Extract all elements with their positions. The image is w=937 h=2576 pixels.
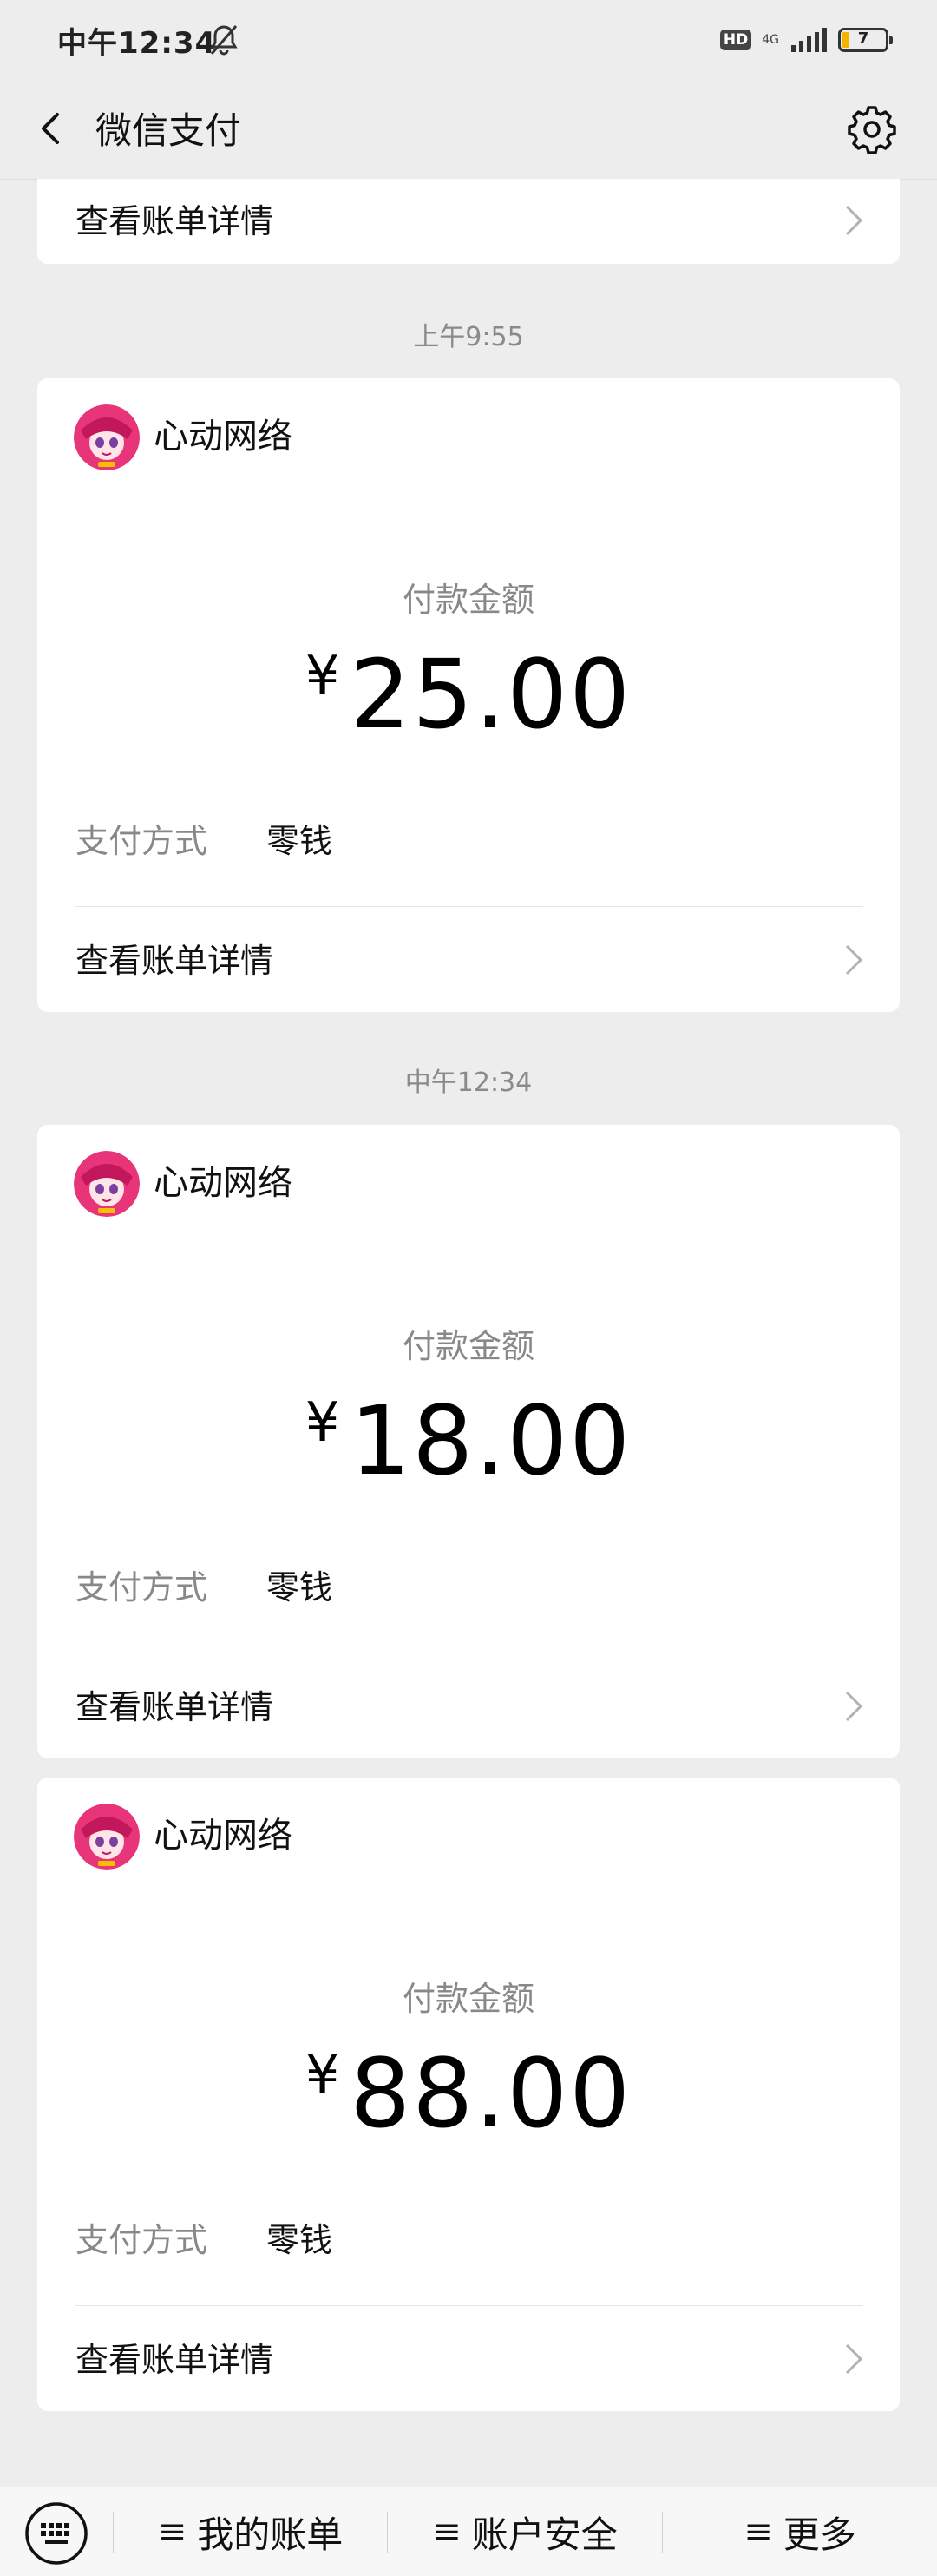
merchant-avatar[interactable] <box>74 1151 140 1217</box>
message-timestamp: 中午12:34 <box>404 1068 533 1098</box>
nav-bar: 微信支付 <box>0 83 937 180</box>
amount-label: 付款金额 <box>402 1327 534 1365</box>
bottom-menu-bar: ≡ 我的账单 ≡ 账户安全 ≡ 更多 <box>0 2487 937 2576</box>
menu-list-icon: ≡ <box>157 2512 187 2552</box>
view-bill-details-link[interactable]: 查看账单详情 <box>37 1654 900 1757</box>
pay-method-value: 零钱 <box>266 1568 333 1607</box>
merchant-name: 心动网络 <box>154 1816 292 1856</box>
hd-badge: HD <box>719 30 752 50</box>
amount-label: 付款金额 <box>402 1980 534 2018</box>
menu-account-security[interactable]: ≡ 账户安全 <box>388 2487 662 2576</box>
keyboard-icon <box>25 2502 88 2565</box>
currency-symbol: ¥ <box>305 644 342 707</box>
network-type: 4G <box>762 33 779 47</box>
bill-card: 心动网络 付款金额 ¥18.00 支付方式 零钱 查看账单详情 <box>37 1125 900 1758</box>
bill-card: 心动网络 付款金额 ¥25.00 支付方式 零钱 查看账单详情 <box>37 378 900 1012</box>
divider <box>75 906 863 907</box>
back-icon[interactable] <box>26 102 78 154</box>
amount-value: 88.00 <box>350 2038 632 2149</box>
currency-symbol: ¥ <box>305 1390 342 1454</box>
battery-icon: 7 <box>838 28 893 52</box>
menu-label: 更多 <box>783 2513 856 2556</box>
view-bill-details-label: 查看账单详情 <box>75 1688 274 1726</box>
pay-method-value: 零钱 <box>266 2221 333 2259</box>
payment-amount: ¥88.00 <box>37 2038 900 2149</box>
merchant-name: 心动网络 <box>154 417 292 457</box>
view-bill-details-label: 查看账单详情 <box>75 2341 274 2379</box>
menu-list-icon: ≡ <box>432 2512 462 2552</box>
bill-card-previous: 查看账单详情 <box>37 179 900 264</box>
pay-method-value: 零钱 <box>266 822 333 860</box>
battery-percent: 7 <box>857 30 869 48</box>
chevron-right-icon <box>845 205 863 236</box>
signal-icon <box>791 28 827 52</box>
amount-label: 付款金额 <box>402 581 534 619</box>
view-bill-details-link[interactable]: 查看账单详情 <box>37 168 900 271</box>
divider <box>75 2305 863 2306</box>
message-timestamp: 上午9:55 <box>413 322 524 352</box>
chevron-right-icon <box>845 2343 863 2375</box>
pay-method-label: 支付方式 <box>75 1568 208 1607</box>
view-bill-details-link[interactable]: 查看账单详情 <box>37 2307 900 2409</box>
pay-method-label: 支付方式 <box>75 2221 208 2259</box>
keyboard-toggle-button[interactable] <box>0 2487 113 2576</box>
merchant-avatar[interactable] <box>74 1804 140 1870</box>
chevron-right-icon <box>845 1691 863 1722</box>
currency-symbol: ¥ <box>305 2043 342 2106</box>
amount-value: 18.00 <box>350 1385 632 1496</box>
settings-gear-icon[interactable] <box>845 102 899 156</box>
view-bill-details-label: 查看账单详情 <box>75 942 274 980</box>
payment-amount: ¥25.00 <box>37 639 900 750</box>
merchant-avatar[interactable] <box>74 404 140 470</box>
page-title: 微信支付 <box>95 109 242 152</box>
menu-list-icon: ≡ <box>744 2512 773 2552</box>
merchant-name: 心动网络 <box>154 1163 292 1203</box>
pay-method-label: 支付方式 <box>75 822 208 860</box>
amount-value: 25.00 <box>350 639 632 750</box>
view-bill-details-link[interactable]: 查看账单详情 <box>37 908 900 1010</box>
bell-muted-icon <box>210 25 238 56</box>
menu-more[interactable]: ≡ 更多 <box>663 2487 937 2576</box>
status-bar: 中午12:34 HD 4G 7 <box>0 0 937 83</box>
payment-amount: ¥18.00 <box>37 1385 900 1496</box>
view-bill-details-label: 查看账单详情 <box>75 202 274 240</box>
bill-card: 心动网络 付款金额 ¥88.00 支付方式 零钱 查看账单详情 <box>37 1778 900 2411</box>
status-indicators: HD 4G 7 <box>719 23 893 57</box>
menu-label: 我的账单 <box>197 2513 344 2556</box>
status-time: 中午12:34 <box>57 26 217 61</box>
chevron-right-icon <box>845 944 863 976</box>
menu-label: 账户安全 <box>471 2513 618 2556</box>
menu-my-bills[interactable]: ≡ 我的账单 <box>114 2487 387 2576</box>
